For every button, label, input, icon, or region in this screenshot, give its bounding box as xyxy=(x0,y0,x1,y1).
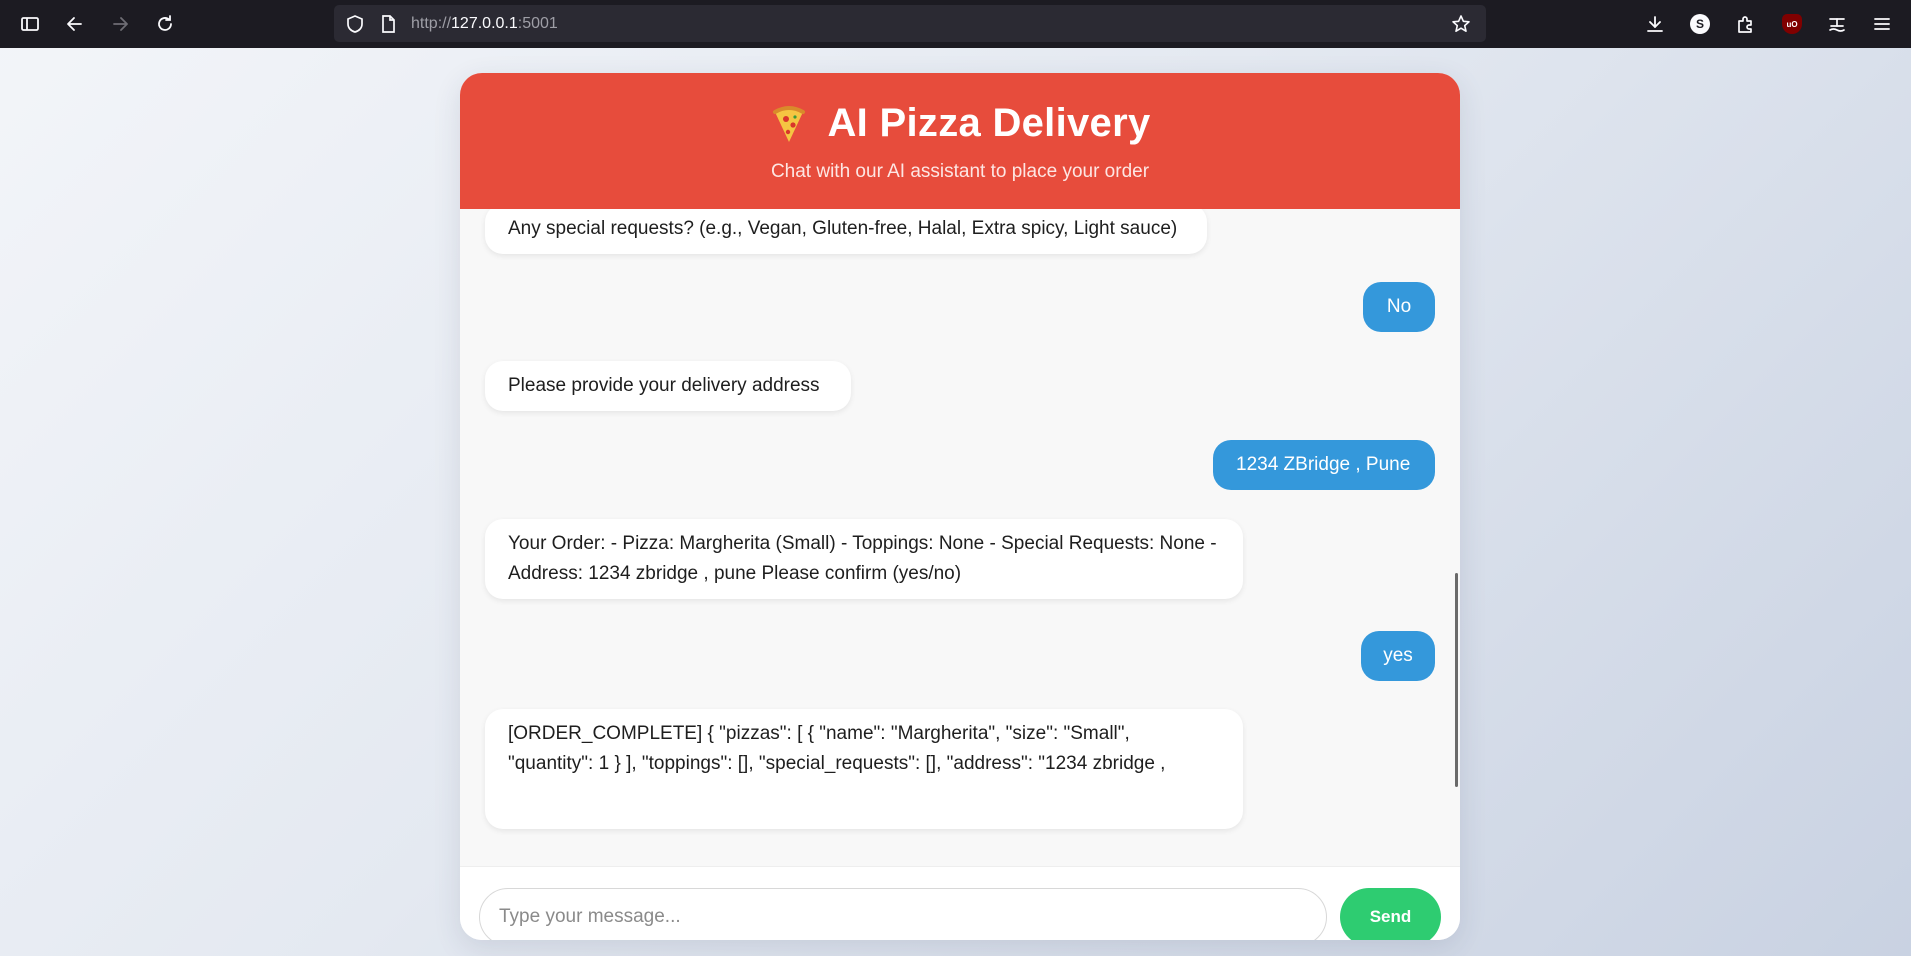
url-scheme: http:// xyxy=(411,15,452,32)
chat-header: AI Pizza Delivery Chat with our AI assis… xyxy=(460,73,1460,209)
url-host: 127.0.0.1 xyxy=(451,15,518,32)
user-message: No xyxy=(1363,282,1435,332)
browser-toolbar: http://127.0.0.1:5001 S uO xyxy=(0,0,1911,48)
forward-icon[interactable] xyxy=(105,9,135,39)
user-message: 1234 ZBridge , Pune xyxy=(1213,440,1435,490)
account-icon[interactable]: S xyxy=(1685,9,1715,39)
extensions-icon[interactable] xyxy=(1730,9,1760,39)
chat-container: AI Pizza Delivery Chat with our AI assis… xyxy=(460,73,1460,940)
page-title: AI Pizza Delivery xyxy=(827,101,1151,145)
message-input[interactable] xyxy=(479,888,1327,940)
bookmark-star-icon[interactable] xyxy=(1446,9,1476,39)
bot-message: Any special requests? (e.g., Vegan, Glut… xyxy=(485,209,1207,254)
send-button[interactable]: Send xyxy=(1340,888,1441,940)
user-message: yes xyxy=(1361,631,1435,681)
pizza-icon xyxy=(773,105,806,142)
input-area: Send xyxy=(460,866,1460,940)
page-subtitle: Chat with our AI assistant to place your… xyxy=(770,161,1150,182)
ublock-badge: uO xyxy=(1782,14,1802,34)
back-icon[interactable] xyxy=(60,9,90,39)
message-list[interactable]: Any special requests? (e.g., Vegan, Glut… xyxy=(460,209,1460,866)
ublock-icon[interactable]: uO xyxy=(1777,9,1807,39)
download-icon[interactable] xyxy=(1640,9,1670,39)
url-port: :5001 xyxy=(517,15,558,32)
url-text[interactable]: http://127.0.0.1:5001 xyxy=(411,5,558,42)
bot-message: Please provide your delivery address xyxy=(485,361,851,411)
sidebar-icon[interactable] xyxy=(15,9,45,39)
shield-icon[interactable] xyxy=(340,9,370,39)
page-icon[interactable] xyxy=(373,9,403,39)
bot-message: [ORDER_COMPLETE] { "pizzas": [ { "name":… xyxy=(485,709,1243,829)
bot-message: Your Order: - Pizza: Margherita (Small) … xyxy=(485,519,1243,599)
account-badge: S xyxy=(1690,14,1710,34)
url-bar[interactable]: http://127.0.0.1:5001 xyxy=(334,5,1486,42)
menu-icon[interactable] xyxy=(1867,9,1897,39)
scrollbar[interactable] xyxy=(1455,573,1458,787)
translate-icon[interactable] xyxy=(1822,9,1852,39)
reload-icon[interactable] xyxy=(150,9,180,39)
header-title-row: AI Pizza Delivery xyxy=(460,101,1460,146)
